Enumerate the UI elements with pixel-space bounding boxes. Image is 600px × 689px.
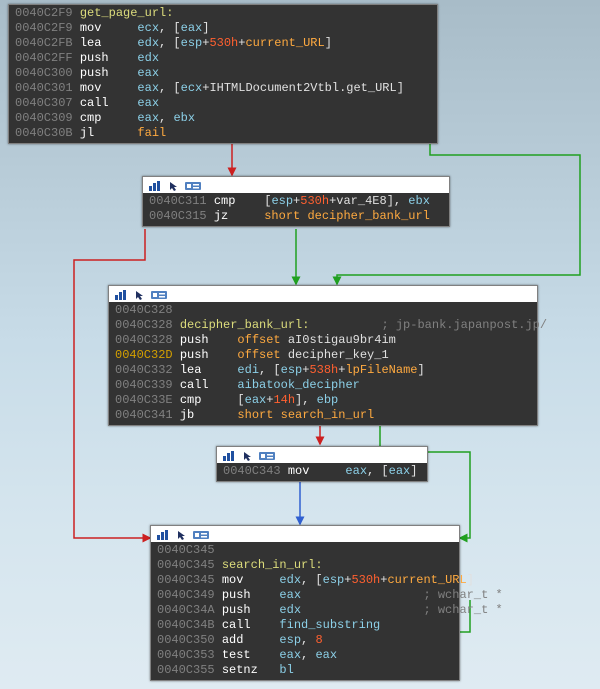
asm-line: 0040C301 mov eax, [ecx+IHTMLDocument2Vtb…	[15, 81, 431, 96]
cursor-icon	[135, 290, 145, 300]
asm-line: 0040C332 lea edi, [esp+538h+lpFileName]	[115, 363, 531, 378]
asm-line: 0040C328 decipher_bank_url: ; jp-bank.ja…	[115, 318, 531, 333]
badge-icon	[185, 181, 201, 191]
asm-line: 0040C311 cmp [esp+530h+var_4E8], ebx	[149, 194, 443, 209]
block-titlebar	[109, 286, 537, 302]
asm-line: 0040C34A push edx ; wchar_t *	[157, 603, 453, 618]
asm-line: 0040C345 search_in_url:	[157, 558, 453, 573]
asm-line: 0040C343 mov eax, [eax]	[223, 464, 421, 479]
asm-line: 0040C353 test eax, eax	[157, 648, 453, 663]
bar-chart-icon	[157, 530, 171, 540]
badge-icon	[193, 530, 209, 540]
asm-block-decipher-bank-url[interactable]: 0040C328 0040C328 decipher_bank_url: ; j…	[108, 285, 538, 426]
asm-block-search-in-url[interactable]: 0040C345 0040C345 search_in_url:0040C345…	[150, 525, 460, 681]
asm-block-get-page-url[interactable]: 0040C2F9 get_page_url:0040C2F9 mov ecx, …	[8, 4, 438, 144]
asm-line: 0040C2F9 get_page_url:	[15, 6, 431, 21]
block-titlebar	[151, 526, 459, 542]
asm-line: 0040C34B call find_substring	[157, 618, 453, 633]
asm-line: 0040C32D push offset decipher_key_1	[115, 348, 531, 363]
asm-line: 0040C33E cmp [eax+14h], ebp	[115, 393, 531, 408]
asm-line: 0040C328	[115, 303, 531, 318]
asm-code: 0040C343 mov eax, [eax]	[217, 463, 427, 481]
asm-line: 0040C2FB lea edx, [esp+530h+current_URL]	[15, 36, 431, 51]
asm-line: 0040C2FF push edx	[15, 51, 431, 66]
asm-line: 0040C300 push eax	[15, 66, 431, 81]
asm-code: 0040C2F9 get_page_url:0040C2F9 mov ecx, …	[9, 5, 437, 143]
badge-icon	[151, 290, 167, 300]
cursor-icon	[177, 530, 187, 540]
asm-code: 0040C311 cmp [esp+530h+var_4E8], ebx0040…	[143, 193, 449, 226]
asm-line: 0040C309 cmp eax, ebx	[15, 111, 431, 126]
asm-line: 0040C30B jl fail	[15, 126, 431, 141]
asm-code: 0040C328 0040C328 decipher_bank_url: ; j…	[109, 302, 537, 425]
asm-line: 0040C345 mov edx, [esp+530h+current_URL]	[157, 573, 453, 588]
bar-chart-icon	[223, 451, 237, 461]
cursor-icon	[243, 451, 253, 461]
asm-line: 0040C341 jb short search_in_url	[115, 408, 531, 423]
block-titlebar	[217, 447, 427, 463]
bar-chart-icon	[149, 181, 163, 191]
asm-line: 0040C339 call aibatook_decipher	[115, 378, 531, 393]
asm-line: 0040C315 jz short decipher_bank_url	[149, 209, 443, 224]
asm-line: 0040C2F9 mov ecx, [eax]	[15, 21, 431, 36]
asm-line: 0040C349 push eax ; wchar_t *	[157, 588, 453, 603]
cursor-icon	[169, 181, 179, 191]
block-titlebar	[143, 177, 449, 193]
bar-chart-icon	[115, 290, 129, 300]
asm-code: 0040C345 0040C345 search_in_url:0040C345…	[151, 542, 459, 680]
asm-block-var4e8[interactable]: 0040C311 cmp [esp+530h+var_4E8], ebx0040…	[142, 176, 450, 227]
asm-line: 0040C355 setnz bl	[157, 663, 453, 678]
badge-icon	[259, 451, 275, 461]
asm-line: 0040C328 push offset aI0stigau9br4im	[115, 333, 531, 348]
asm-line: 0040C350 add esp, 8	[157, 633, 453, 648]
asm-block-mov-eax[interactable]: 0040C343 mov eax, [eax]	[216, 446, 428, 482]
asm-line: 0040C345	[157, 543, 453, 558]
asm-line: 0040C307 call eax	[15, 96, 431, 111]
